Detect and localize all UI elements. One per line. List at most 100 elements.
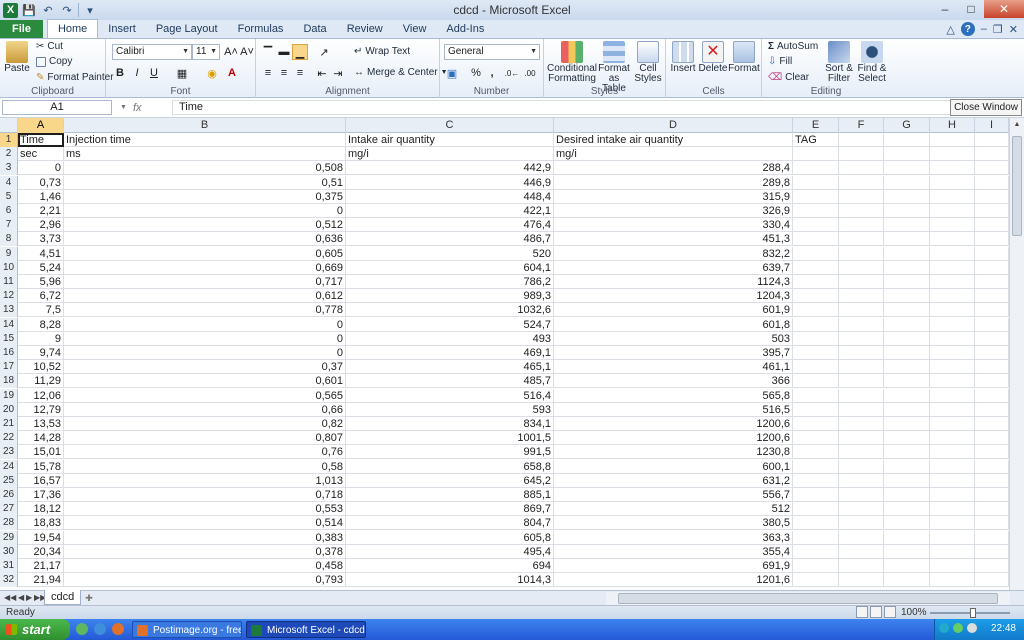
row-header[interactable]: 30 — [0, 545, 18, 559]
cell-g3[interactable] — [884, 161, 930, 175]
horizontal-scrollbar[interactable] — [606, 592, 1010, 605]
cell-d11[interactable]: 1124,3 — [554, 275, 793, 289]
undo-icon[interactable]: ↶ — [40, 2, 56, 18]
cell-b8[interactable]: 0,636 — [64, 232, 346, 246]
cell-i3[interactable] — [975, 161, 1009, 175]
align-middle-icon[interactable]: ▬ — [276, 44, 292, 60]
cell-d29[interactable]: 363,3 — [554, 531, 793, 545]
row-header[interactable]: 32 — [0, 573, 18, 587]
cell-b21[interactable]: 0,82 — [64, 417, 346, 431]
cell-i13[interactable] — [975, 303, 1009, 317]
cell-g28[interactable] — [884, 516, 930, 530]
cell-e3[interactable] — [793, 161, 839, 175]
cell-c21[interactable]: 834,1 — [346, 417, 554, 431]
cell-g25[interactable] — [884, 474, 930, 488]
cell-i26[interactable] — [975, 488, 1009, 502]
cell-a14[interactable]: 8,28 — [18, 318, 64, 332]
cell-i2[interactable] — [975, 147, 1009, 161]
cell-c8[interactable]: 486,7 — [346, 232, 554, 246]
cell-a12[interactable]: 6,72 — [18, 289, 64, 303]
decrease-decimal-icon[interactable]: .00 — [522, 65, 538, 81]
cell-c6[interactable]: 422,1 — [346, 204, 554, 218]
cell-i9[interactable] — [975, 247, 1009, 261]
cell-h25[interactable] — [930, 474, 975, 488]
cell-g10[interactable] — [884, 261, 930, 275]
formula-input[interactable]: Time — [172, 100, 958, 115]
row-header[interactable]: 8 — [0, 232, 18, 246]
cell-g23[interactable] — [884, 445, 930, 459]
sheet-tab-cdcd[interactable]: cdcd — [44, 590, 82, 605]
cell-f3[interactable] — [839, 161, 884, 175]
taskbar-item-postimage[interactable]: Postimage.org - free i... — [132, 621, 242, 638]
cell-f17[interactable] — [839, 360, 884, 374]
select-all-corner[interactable] — [0, 118, 18, 133]
cell-i30[interactable] — [975, 545, 1009, 559]
cell-c2[interactable]: mg/i — [346, 147, 554, 161]
cell-i21[interactable] — [975, 417, 1009, 431]
increase-decimal-icon[interactable]: .0← — [504, 65, 520, 81]
cell-a27[interactable]: 18,12 — [18, 502, 64, 516]
cell-i6[interactable] — [975, 204, 1009, 218]
cell-f30[interactable] — [839, 545, 884, 559]
cell-h32[interactable] — [930, 573, 975, 587]
cell-g27[interactable] — [884, 502, 930, 516]
cell-c32[interactable]: 1014,3 — [346, 573, 554, 587]
row-header[interactable]: 9 — [0, 247, 18, 261]
cell-a7[interactable]: 2,96 — [18, 218, 64, 232]
tab-formulas[interactable]: Formulas — [228, 20, 294, 38]
zoom-slider[interactable] — [930, 608, 1010, 618]
prev-sheet-icon[interactable]: ◀ — [18, 591, 24, 605]
font-size-select[interactable]: 11 ▼ — [192, 44, 220, 60]
italic-button[interactable]: I — [129, 65, 145, 81]
cell-c1[interactable]: Intake air quantity — [346, 133, 554, 147]
fx-icon[interactable]: fx — [133, 102, 142, 114]
start-button[interactable]: start — [0, 619, 70, 640]
cell-e29[interactable] — [793, 531, 839, 545]
next-sheet-icon[interactable]: ▶ — [26, 591, 32, 605]
cell-a26[interactable]: 17,36 — [18, 488, 64, 502]
cell-g2[interactable] — [884, 147, 930, 161]
autosum-button[interactable]: Σ AutoSum — [768, 41, 818, 52]
taskbar-item-excel[interactable]: Microsoft Excel - cdcd — [246, 621, 366, 638]
align-top-icon[interactable]: ▔ — [260, 44, 276, 60]
row-header[interactable]: 1 — [0, 133, 18, 147]
cell-c4[interactable]: 446,9 — [346, 176, 554, 190]
cell-i5[interactable] — [975, 190, 1009, 204]
cell-c26[interactable]: 885,1 — [346, 488, 554, 502]
row-header[interactable]: 14 — [0, 318, 18, 332]
tab-view[interactable]: View — [393, 20, 437, 38]
column-header-c[interactable]: C — [346, 118, 554, 133]
cell-c9[interactable]: 520 — [346, 247, 554, 261]
cell-b7[interactable]: 0,512 — [64, 218, 346, 232]
orientation-icon[interactable]: ↗ — [316, 44, 332, 60]
cell-b31[interactable]: 0,458 — [64, 559, 346, 573]
cell-f18[interactable] — [839, 374, 884, 388]
cell-h29[interactable] — [930, 531, 975, 545]
workbook-minimize-icon[interactable]: – — [981, 23, 987, 35]
workbook-close-icon[interactable]: ✕ — [1009, 23, 1018, 36]
cell-f26[interactable] — [839, 488, 884, 502]
cell-c16[interactable]: 469,1 — [346, 346, 554, 360]
cell-f6[interactable] — [839, 204, 884, 218]
cell-c12[interactable]: 989,3 — [346, 289, 554, 303]
minimize-ribbon-icon[interactable]: △ — [946, 23, 954, 36]
cell-e23[interactable] — [793, 445, 839, 459]
cell-e1[interactable]: TAG — [793, 133, 839, 147]
cell-f29[interactable] — [839, 531, 884, 545]
cell-e15[interactable] — [793, 332, 839, 346]
row-header[interactable]: 5 — [0, 190, 18, 204]
cell-c22[interactable]: 1001,5 — [346, 431, 554, 445]
cell-h13[interactable] — [930, 303, 975, 317]
cell-e9[interactable] — [793, 247, 839, 261]
cell-f13[interactable] — [839, 303, 884, 317]
fill-color-icon[interactable]: ◉ — [204, 65, 220, 81]
cell-b12[interactable]: 0,612 — [64, 289, 346, 303]
cell-a21[interactable]: 13,53 — [18, 417, 64, 431]
cell-e25[interactable] — [793, 474, 839, 488]
cell-c29[interactable]: 605,8 — [346, 531, 554, 545]
cell-h9[interactable] — [930, 247, 975, 261]
cell-b20[interactable]: 0,66 — [64, 403, 346, 417]
cell-d17[interactable]: 461,1 — [554, 360, 793, 374]
cell-e2[interactable] — [793, 147, 839, 161]
cell-e11[interactable] — [793, 275, 839, 289]
